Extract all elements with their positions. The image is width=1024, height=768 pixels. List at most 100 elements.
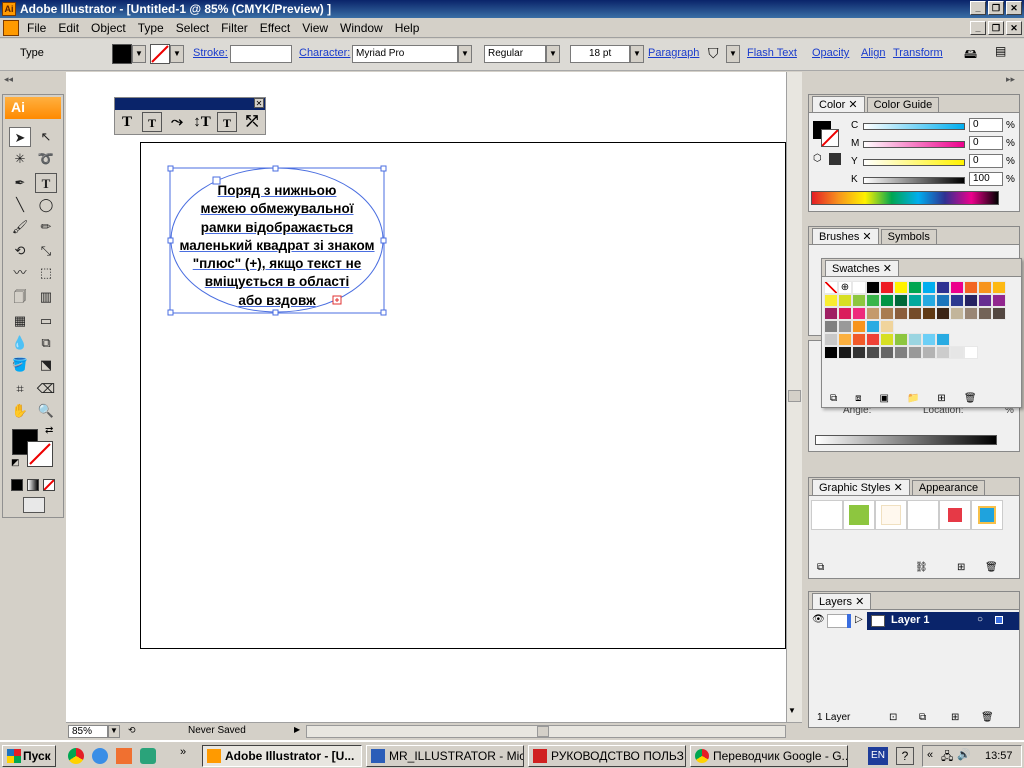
live-paint-selection-tool-icon[interactable]: ⬔ — [35, 355, 57, 375]
paintbrush-tool-icon[interactable]: 🖌 — [9, 217, 31, 237]
blend-tool-icon[interactable]: ⧉ — [35, 333, 57, 353]
swatch[interactable] — [824, 307, 838, 320]
menu-edit[interactable]: Edit — [52, 21, 85, 35]
cyan-slider[interactable] — [863, 123, 965, 130]
swatch[interactable] — [950, 294, 964, 307]
new-color-group-icon[interactable]: 📁 — [907, 393, 919, 404]
tray-expand-icon[interactable]: « — [927, 749, 933, 761]
quicklaunch-more-icon[interactable]: » — [180, 746, 186, 758]
swatch[interactable] — [838, 320, 852, 333]
area-type-text[interactable]: Поряд з нижньою межею обмежувальної рамк… — [172, 182, 382, 310]
swatch[interactable] — [866, 320, 880, 333]
gradient-slider[interactable] — [815, 435, 997, 445]
handle-bottom-left[interactable] — [167, 309, 174, 316]
horizontal-scrollbar[interactable] — [306, 725, 786, 738]
crop-area-tool-icon[interactable]: ⌗ — [9, 379, 31, 399]
swatch[interactable] — [894, 346, 908, 359]
eyedropper-tool-icon[interactable]: 💧 — [9, 333, 31, 353]
panel-menu-icon[interactable]: ▤ — [995, 44, 1006, 58]
tab-color-guide[interactable]: Color Guide — [866, 97, 940, 112]
scroll-thumb[interactable] — [788, 390, 801, 402]
style-default[interactable] — [811, 500, 843, 530]
taskbar-item-word[interactable]: MR_ILLUSTRATOR - Micr... — [366, 745, 524, 767]
doc-close-button[interactable]: ✕ — [1006, 21, 1022, 35]
swatch[interactable] — [922, 346, 936, 359]
help-icon[interactable]: ? — [896, 747, 914, 765]
tab-layers[interactable]: Layers ✕ — [812, 593, 872, 609]
type-tool-icon[interactable]: T — [117, 112, 137, 132]
swatch[interactable] — [978, 294, 992, 307]
transform-link[interactable]: Transform — [893, 47, 943, 59]
cyan-field[interactable]: 0 — [969, 118, 1003, 132]
swatch[interactable] — [922, 333, 936, 346]
stroke-weight-field[interactable] — [230, 45, 292, 63]
new-layer-icon[interactable]: ⊞ — [951, 712, 959, 723]
menu-effect[interactable]: Effect — [254, 21, 296, 35]
swatch[interactable] — [936, 333, 950, 346]
swatch[interactable] — [950, 346, 964, 359]
network-icon[interactable]: 🖧 — [941, 748, 953, 767]
swatch[interactable] — [880, 320, 894, 333]
black-slider[interactable] — [863, 177, 965, 184]
swatch[interactable] — [964, 281, 978, 294]
magenta-field[interactable]: 0 — [969, 136, 1003, 150]
envelope-icon[interactable]: ⛉ — [708, 45, 719, 62]
ellipse-tool-icon[interactable]: ◯ — [35, 195, 57, 215]
paragraph-link[interactable]: Paragraph — [648, 47, 699, 59]
mesh-tool-icon[interactable]: ▦ — [9, 311, 31, 331]
envelope-dropdown[interactable]: ▼ — [726, 45, 740, 63]
swatch[interactable] — [964, 294, 978, 307]
opacity-link[interactable]: Opacity — [812, 47, 849, 59]
swatch[interactable] — [894, 281, 908, 294]
type-on-path-tool-icon[interactable]: ⤳ — [167, 112, 187, 132]
make-clipping-mask-icon[interactable]: ⊡ — [889, 712, 897, 723]
h-scroll-thumb[interactable] — [537, 726, 549, 737]
last-color-box[interactable] — [829, 153, 841, 165]
swatch[interactable] — [880, 294, 894, 307]
tab-brushes[interactable]: Brushes ✕ — [812, 228, 879, 244]
swatch[interactable] — [922, 294, 936, 307]
yellow-slider[interactable] — [863, 159, 965, 166]
layer-row[interactable]: 👁 ▷ Layer 1 ○ — [809, 612, 1019, 630]
column-graph-tool-icon[interactable]: ▥ — [35, 287, 57, 307]
handle-top-left[interactable] — [167, 165, 174, 172]
close-button[interactable]: ✕ — [1006, 1, 1022, 15]
taskbar-item-pdf[interactable]: РУКОВОДСТВО ПОЛЬЗ... — [528, 745, 686, 767]
eye-icon[interactable]: 👁 — [812, 614, 825, 625]
handle-bottom-right[interactable] — [380, 309, 387, 316]
menu-filter[interactable]: Filter — [215, 21, 254, 35]
swatch[interactable] — [936, 281, 950, 294]
swatch[interactable] — [824, 320, 838, 333]
live-paint-tool-icon[interactable]: 🪣 — [9, 355, 31, 375]
stroke-color-box[interactable] — [821, 129, 839, 147]
document-icon[interactable] — [3, 19, 19, 36]
swatch[interactable] — [838, 346, 852, 359]
swatch[interactable] — [964, 346, 978, 359]
swatch[interactable] — [866, 307, 880, 320]
delete-style-icon[interactable]: 🗑 — [985, 562, 998, 573]
zoom-field[interactable]: 85% — [68, 725, 108, 738]
pen-tool-icon[interactable]: ✒ — [9, 173, 31, 193]
swatch[interactable] — [852, 346, 866, 359]
gradient-mode-button[interactable] — [27, 479, 39, 491]
handle-top-right[interactable] — [380, 165, 387, 172]
font-family-dropdown[interactable]: ▼ — [458, 45, 472, 63]
hand-tool-icon[interactable]: ✋ — [9, 401, 31, 421]
swatch[interactable] — [978, 281, 992, 294]
color-mode-button[interactable] — [11, 479, 23, 491]
volume-icon[interactable]: 🔊 — [957, 748, 971, 761]
swatch[interactable] — [894, 333, 908, 346]
tab-symbols[interactable]: Symbols — [880, 229, 937, 244]
minimize-button[interactable]: _ — [970, 1, 986, 15]
handle-top-center[interactable] — [272, 165, 279, 172]
swatch[interactable] — [880, 281, 894, 294]
align-link[interactable]: Align — [861, 47, 885, 59]
character-link[interactable]: Character: — [299, 47, 350, 59]
type-tool-icon[interactable]: T — [35, 173, 57, 193]
menu-object[interactable]: Object — [85, 21, 132, 35]
expand-triangle-icon[interactable]: ▷ — [855, 614, 863, 625]
chrome-icon[interactable] — [68, 748, 84, 764]
fill-dropdown[interactable]: ▼ — [132, 45, 146, 63]
direct-selection-tool-icon[interactable]: ↖ — [35, 127, 57, 147]
doc-minimize-button[interactable]: _ — [970, 21, 986, 35]
